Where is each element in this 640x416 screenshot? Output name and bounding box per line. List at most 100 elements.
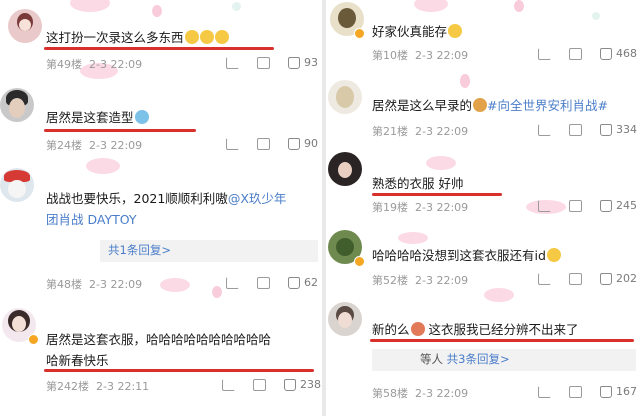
comment-meta: 第49楼 2-3 22:09: [46, 58, 143, 71]
highlight-underline: [44, 47, 274, 50]
comment-meta: 第52楼 2-3 22:09: [372, 274, 469, 287]
emoji-icon: [184, 30, 199, 44]
like-icon: [600, 47, 612, 60]
verified-badge-icon: [354, 256, 365, 267]
decorative-doodle: [414, 0, 448, 12]
like-button[interactable]: 202: [600, 272, 637, 285]
share-icon[interactable]: [538, 123, 551, 136]
share-icon[interactable]: [226, 56, 239, 69]
emoji-icon: [199, 30, 214, 44]
topic-link[interactable]: #向全世界安利肖战#: [487, 98, 608, 113]
comment-icon[interactable]: [569, 272, 582, 285]
like-icon: [600, 272, 612, 285]
comment-text: 新的么 这衣服我已经分辨不出来了: [372, 322, 579, 337]
comment-text: 居然是这套衣服，哈哈哈哈哈哈哈哈哈哈: [46, 332, 272, 347]
comment-actions: 167: [538, 385, 637, 398]
comment-icon[interactable]: [257, 56, 270, 69]
like-button[interactable]: 167: [600, 385, 637, 398]
comment-actions: 202: [538, 272, 637, 285]
left-comment-column: 这打扮一次录这么多东西 第49楼 2-3 22:09 93 居然是这套造型 第2…: [0, 0, 322, 416]
comment-meta: 第58楼 2-3 22:09: [372, 387, 469, 400]
comment-actions: 90: [226, 137, 318, 150]
avatar[interactable]: [328, 152, 362, 186]
comment-text: 这打扮一次录这么多东西: [46, 28, 229, 48]
emoji-icon: [448, 24, 463, 38]
decorative-doodle: [70, 0, 110, 12]
comment-actions: 93: [226, 56, 318, 69]
share-icon[interactable]: [538, 385, 551, 398]
emoji-icon: [410, 322, 425, 336]
highlight-underline: [44, 129, 196, 132]
like-button[interactable]: 468: [600, 47, 637, 60]
comment-icon[interactable]: [569, 123, 582, 136]
like-icon: [288, 137, 300, 150]
comment-actions: 468: [538, 47, 637, 60]
decorative-doodle: [484, 288, 514, 302]
share-icon[interactable]: [222, 378, 235, 391]
like-button[interactable]: 90: [288, 137, 318, 150]
avatar[interactable]: [328, 80, 362, 114]
decorative-doodle: [160, 278, 190, 292]
avatar[interactable]: [0, 168, 34, 202]
like-button[interactable]: 62: [288, 276, 318, 289]
emoji-icon: [214, 30, 229, 44]
right-comment-column: 好家伙真能存 第10楼 2-3 22:09 468 居然是这么早录的 #向全世界安…: [326, 0, 640, 416]
like-icon: [288, 56, 300, 69]
decorative-doodle: [212, 286, 222, 298]
share-icon[interactable]: [226, 276, 239, 289]
verified-badge-icon: [354, 28, 365, 39]
avatar[interactable]: [0, 88, 34, 122]
like-icon: [288, 276, 300, 289]
decorative-doodle: [592, 12, 600, 20]
share-icon[interactable]: [538, 199, 551, 212]
share-icon[interactable]: [538, 272, 551, 285]
mention-link-continued[interactable]: 团肖战 DAYTOY: [46, 212, 137, 227]
comment-meta: 第242楼 2-3 22:11: [46, 380, 150, 393]
decorative-doodle: [460, 74, 470, 88]
avatar[interactable]: [328, 302, 362, 336]
comment-text: 居然是这套造型: [46, 108, 149, 128]
comment-icon[interactable]: [569, 47, 582, 60]
like-button[interactable]: 238: [284, 378, 321, 391]
reply-summary[interactable]: 等人 共3条回复>: [372, 349, 636, 371]
comment-text: 熟悉的衣服 好帅: [372, 176, 464, 191]
like-button[interactable]: 93: [288, 56, 318, 69]
comment-actions: 62: [226, 276, 318, 289]
highlight-underline: [44, 369, 314, 372]
like-icon: [600, 199, 612, 212]
like-icon: [600, 123, 612, 136]
share-icon[interactable]: [538, 47, 551, 60]
like-button[interactable]: 334: [600, 123, 637, 136]
highlight-underline: [370, 339, 634, 342]
verified-badge-icon: [28, 334, 39, 345]
comment-actions: 334: [538, 123, 637, 136]
avatar[interactable]: [8, 9, 42, 43]
share-icon[interactable]: [226, 137, 239, 150]
comment-text-continued: 哈新春快乐: [46, 353, 109, 368]
comment-icon[interactable]: [257, 276, 270, 289]
comment-text: 战战也要快乐，2021顺顺利利嗷@X玖少年: [46, 191, 287, 206]
comment-text: 好家伙真能存: [372, 22, 463, 42]
comment-meta: 第24楼 2-3 22:09: [46, 139, 143, 152]
decorative-doodle: [232, 2, 241, 11]
comment-meta: 第19楼 2-3 22:09: [372, 201, 469, 214]
reply-summary[interactable]: 共1条回复>: [100, 240, 318, 262]
highlight-underline: [372, 193, 502, 196]
like-button[interactable]: 245: [600, 199, 637, 212]
comment-icon[interactable]: [569, 385, 582, 398]
mention-link[interactable]: @X玖少年: [228, 191, 287, 206]
comment-text-continued: 团肖战 DAYTOY: [46, 210, 137, 230]
comment-text: 居然是这么早录的 #向全世界安利肖战#: [372, 98, 608, 113]
comment-meta: 第48楼 2-3 22:09: [46, 278, 143, 291]
comment-meta: 第21楼 2-3 22:09: [372, 125, 469, 138]
emoji-icon: [473, 98, 488, 112]
comment-actions: 245: [538, 199, 637, 212]
comment-icon[interactable]: [569, 199, 582, 212]
comment-icon[interactable]: [253, 378, 266, 391]
comment-icon[interactable]: [257, 137, 270, 150]
like-icon: [600, 385, 612, 398]
comment-meta: 第10楼 2-3 22:09: [372, 49, 469, 62]
decorative-doodle: [514, 0, 524, 12]
decorative-doodle: [398, 232, 428, 244]
comment-text: 哈哈哈哈没想到这套衣服还有id: [372, 246, 561, 266]
